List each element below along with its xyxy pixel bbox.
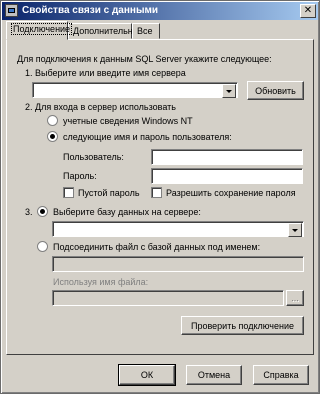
attach-file-input[interactable]	[53, 257, 303, 271]
help-button[interactable]: Справка	[253, 365, 309, 385]
window-title: Свойства связи с данными	[22, 5, 159, 16]
chevron-down-icon[interactable]	[288, 223, 302, 237]
connection-panel: Для подключения к данным SQL Server укаж…	[6, 39, 314, 355]
empty-password-label: Пустой пароль	[78, 188, 140, 198]
radio-username-password-label: следующие имя и пароль пользователя:	[63, 132, 232, 142]
step1-label: 1. Выберите или введите имя сервера	[25, 68, 186, 78]
radio-select-database-label: Выберите базу данных на сервере:	[53, 207, 201, 217]
ok-button[interactable]: ОК	[118, 364, 176, 386]
radio-username-password[interactable]	[47, 131, 58, 142]
user-input[interactable]	[152, 150, 302, 164]
password-label: Пароль:	[63, 171, 97, 181]
step3-label: 3.	[25, 207, 33, 217]
radio-attach-file[interactable]	[37, 241, 48, 252]
tab-connection[interactable]: Подключение	[6, 21, 73, 40]
radio-windows-nt[interactable]	[47, 115, 58, 126]
allow-save-password-checkbox[interactable]	[151, 187, 162, 198]
server-input[interactable]	[33, 83, 237, 97]
tab-label: Дополнительно	[73, 26, 138, 36]
password-field[interactable]	[151, 168, 303, 184]
step2-label: 2. Для входа в сервер использовать	[25, 102, 176, 112]
database-input[interactable]	[53, 222, 303, 236]
tab-all[interactable]: Все	[132, 23, 160, 39]
user-label: Пользователь:	[63, 152, 124, 162]
server-combobox[interactable]	[32, 82, 238, 98]
tab-advanced[interactable]: Дополнительно	[68, 23, 138, 39]
title-bar: Свойства связи с данными ✕	[2, 2, 318, 20]
refresh-button[interactable]: Обновить	[247, 81, 304, 100]
database-combobox[interactable]	[52, 221, 304, 237]
password-input[interactable]	[152, 169, 302, 183]
test-connection-button[interactable]: Проверить подключение	[181, 316, 304, 335]
empty-password-checkbox[interactable]	[63, 187, 74, 198]
browse-button[interactable]: ...	[286, 290, 304, 306]
radio-select-database[interactable]	[37, 206, 48, 217]
window-icon	[5, 4, 18, 17]
allow-save-password-label: Разрешить сохранение пароля	[166, 188, 296, 198]
file-name-field[interactable]	[52, 290, 284, 306]
cancel-button[interactable]: Отмена	[186, 365, 242, 385]
intro-text: Для подключения к данным SQL Server укаж…	[17, 54, 272, 64]
tab-label: Подключение	[11, 23, 73, 35]
logical-name-label: Используя имя файла:	[53, 277, 149, 287]
attach-file-field[interactable]	[52, 256, 304, 272]
file-name-input[interactable]	[53, 291, 283, 305]
chevron-down-icon[interactable]	[222, 84, 236, 98]
radio-windows-nt-label: учетные сведения Windows NT	[63, 116, 193, 126]
tab-label: Все	[137, 26, 153, 36]
close-icon[interactable]: ✕	[300, 4, 316, 18]
data-link-properties-window: Свойства связи с данными ✕ Подключение Д…	[0, 0, 320, 394]
radio-attach-file-label: Подсоединить файл с базой данных под име…	[53, 242, 261, 252]
user-field[interactable]	[151, 149, 303, 165]
